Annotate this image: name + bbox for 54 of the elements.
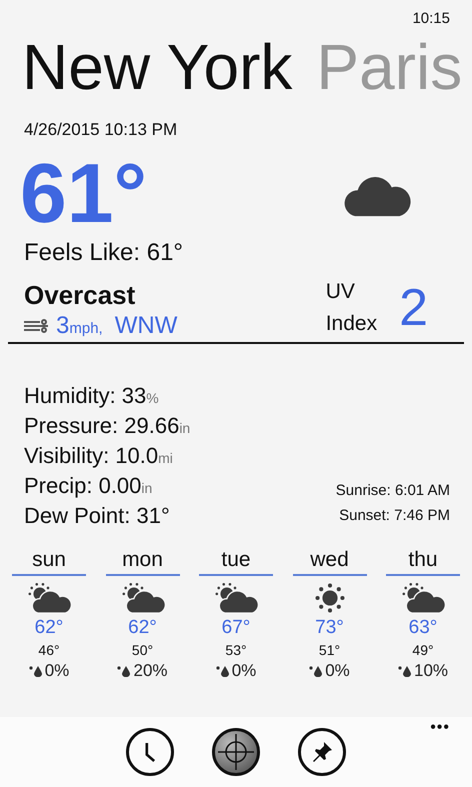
precipitation-chance: 0% [325,660,350,682]
raindrops-icon [28,665,43,677]
feels-like-text: Feels Like: 61° [24,239,184,266]
uv-value: 2 [399,278,428,338]
detail-row-text: Humidity: 33% [24,382,160,410]
uv-label: Index [326,311,378,337]
sun-behind-cloud-icon [120,582,166,614]
high-temperature: 62° [34,616,64,640]
pin-button[interactable] [298,728,346,776]
date-time: 4/26/2015 10:13 PM [24,120,178,139]
precipitation-chance: 0% [44,660,70,682]
high-temperature: 67° [222,616,250,640]
precipitation-chance: 10% [414,660,448,682]
condition-text: Overcast [24,280,136,310]
low-temperature: 51° [318,641,340,660]
sun-behind-cloud-icon [400,582,446,614]
raindrops-icon [216,665,230,677]
detail-row-text: Visibility: 10.0mi [24,442,174,470]
day-label: wed [292,548,366,576]
sun-icon [314,582,346,614]
city-tab[interactable]: New York [22,30,292,104]
day-label: sun [12,548,86,576]
high-temperature: 63° [408,616,438,640]
day-label: mon [106,548,180,576]
radar-icon [216,732,256,772]
wind-direction: WNW [114,312,178,340]
high-temperature: 73° [315,616,344,640]
day-label: thu [386,548,460,576]
detail-row-text: Dew Point: 31° [24,502,171,530]
clock-time: 10:15 [412,10,450,29]
high-temperature: 62° [128,616,157,640]
sunrise-time: Sunrise: 6:01 AM [336,481,450,501]
clock-button[interactable] [126,728,174,776]
low-temperature: 49° [412,641,434,660]
precipitation-chance: 20% [133,660,168,682]
day-label: tue [199,548,273,576]
raindrops-icon [309,665,324,677]
sunset-time: Sunset: 7:46 PM [339,506,450,526]
clock-icon [144,742,156,762]
raindrops-icon [398,665,412,677]
low-temperature: 53° [225,641,247,660]
detail-row-text: Precip: 0.00in [24,472,154,500]
precipitation-chance: 0% [232,660,256,682]
sun-behind-cloud-icon [213,582,259,614]
sun-behind-cloud-icon [26,582,72,614]
wind-speed: 3mph, [56,312,103,340]
temperature: 61° [20,150,148,236]
detail-row-text: Pressure: 29.66in [24,412,190,440]
uv-label: UV [326,279,356,305]
low-temperature: 50° [132,641,154,660]
radar-button[interactable] [212,728,260,776]
low-temperature: 46° [38,641,60,660]
more-menu[interactable]: ••• [430,719,450,737]
raindrops-icon [117,665,132,677]
